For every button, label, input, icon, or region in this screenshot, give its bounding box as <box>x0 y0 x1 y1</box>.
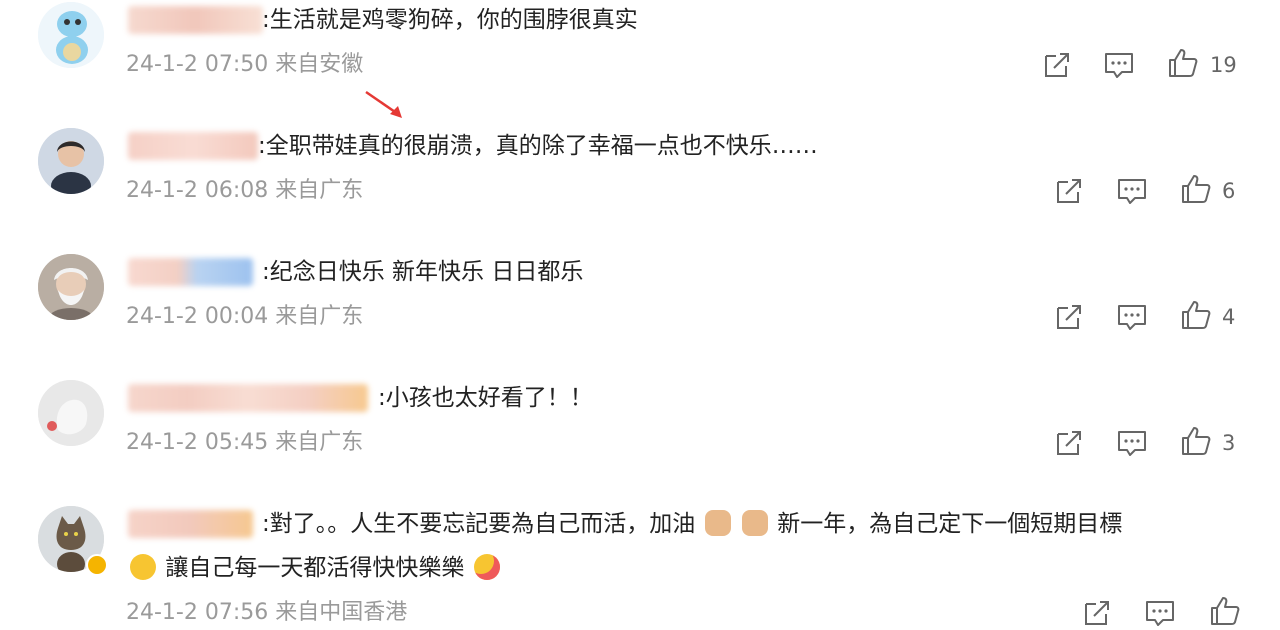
smile-emoji-icon <box>130 554 156 580</box>
like-icon <box>1211 597 1240 625</box>
elder-avatar-icon <box>38 254 104 320</box>
hand-avatar-icon <box>38 380 104 446</box>
comment-icon <box>1146 601 1174 626</box>
like-button[interactable] <box>1179 298 1213 332</box>
like-icon <box>1182 301 1211 329</box>
muscle-emoji-icon <box>704 510 731 536</box>
like-count: 4 <box>1222 305 1236 329</box>
comment-text: :對了。。人生不要忘記要為自己而活，加油 新一年，為自己定下一個短期目標 <box>262 510 1123 537</box>
share-icon <box>1045 53 1069 77</box>
red-arrow-icon <box>365 90 402 118</box>
like-button[interactable] <box>1208 594 1242 628</box>
comment-text: :生活就是鸡零狗碎，你的围脖很真实 <box>262 7 638 33</box>
comment-button[interactable] <box>1102 48 1136 82</box>
like-count: 19 <box>1210 53 1237 77</box>
comment-meta: 24-1-2 07:50 来自安徽 <box>126 52 364 77</box>
comment-meta: 24-1-2 00:04 来自广东 <box>126 304 364 329</box>
squirtle-avatar-icon <box>38 2 104 68</box>
comment-text: :全职带娃真的很崩溃，真的除了幸福一点也不快乐…… <box>258 133 818 159</box>
verified-badge <box>86 554 108 576</box>
share-button[interactable] <box>1040 48 1074 82</box>
share-button[interactable] <box>1052 426 1086 460</box>
like-icon <box>1169 49 1198 77</box>
like-icon <box>1182 427 1211 455</box>
comment-meta: 24-1-2 05:45 来自广东 <box>126 430 364 455</box>
like-count: 3 <box>1222 431 1236 455</box>
muscle-emoji-icon <box>741 510 768 536</box>
share-icon <box>1057 179 1081 203</box>
like-button[interactable] <box>1179 424 1213 458</box>
comment-icon <box>1118 431 1146 456</box>
comment-meta: 24-1-2 07:56 来自中国香港 <box>126 600 408 625</box>
child-avatar-icon <box>38 128 104 194</box>
share-button[interactable] <box>1080 596 1114 630</box>
like-button[interactable] <box>1179 172 1213 206</box>
comment-icon <box>1118 305 1146 330</box>
comment-meta: 24-1-2 06:08 来自广东 <box>126 178 364 203</box>
comment-button[interactable] <box>1115 300 1149 334</box>
username-blurred[interactable] <box>128 258 253 286</box>
share-button[interactable] <box>1052 174 1086 208</box>
username-blurred[interactable] <box>128 384 368 412</box>
comment-text: :纪念日快乐 新年快乐 日日都乐 <box>262 259 584 285</box>
avatar[interactable] <box>38 128 104 194</box>
tongue-emoji-icon <box>473 554 500 580</box>
username-blurred[interactable] <box>128 510 253 538</box>
avatar[interactable] <box>38 2 104 68</box>
share-icon <box>1057 305 1081 329</box>
share-icon <box>1057 431 1081 455</box>
share-button[interactable] <box>1052 300 1086 334</box>
comment-button[interactable] <box>1115 174 1149 208</box>
avatar[interactable] <box>38 254 104 320</box>
comment-button[interactable] <box>1143 596 1177 630</box>
comment-button[interactable] <box>1115 426 1149 460</box>
share-icon <box>1085 601 1109 625</box>
comment-text: :小孩也太好看了！！ <box>378 385 593 411</box>
like-icon <box>1182 175 1211 203</box>
comment-icon <box>1105 53 1133 78</box>
avatar[interactable] <box>38 380 104 446</box>
username-blurred[interactable] <box>128 132 258 160</box>
username-blurred[interactable] <box>128 6 263 34</box>
comment-icon <box>1118 179 1146 204</box>
comment-text-line2: 讓自己每一天都活得快快樂樂 <box>128 551 502 585</box>
like-button[interactable] <box>1166 46 1200 80</box>
like-count: 6 <box>1222 179 1236 203</box>
